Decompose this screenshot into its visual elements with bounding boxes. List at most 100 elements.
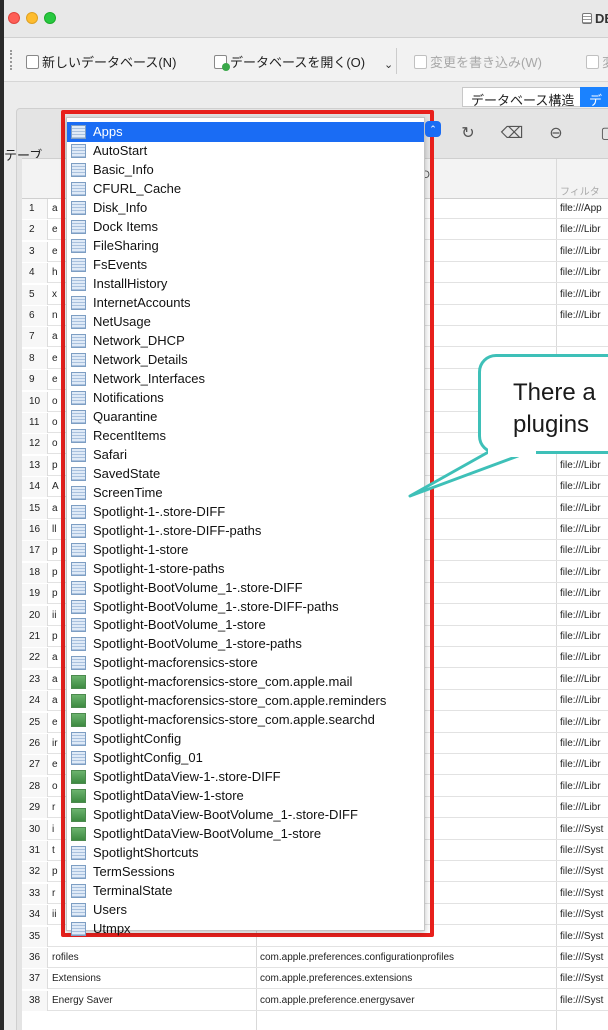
close-button[interactable] [8,12,20,24]
dropdown-item[interactable]: Notifications [67,388,424,408]
save-filter-icon[interactable]: ⊖ [542,122,570,146]
dropdown-item[interactable]: Spotlight-macforensics-store [67,653,424,673]
refresh-icon[interactable]: ↻ [454,122,482,146]
dropdown-item[interactable]: Spotlight-1-.store-DIFF [67,502,424,522]
cell-path: file:///Libr [560,566,601,578]
print-icon[interactable]: ▢ [594,122,608,146]
table-icon [71,371,86,386]
dropdown-item-label: AutoStart [93,142,148,158]
dropdown-item-label: SavedState [93,465,161,481]
dropdown-item[interactable]: TermSessions [67,862,424,882]
dropdown-item[interactable]: InternetAccounts [67,293,424,313]
dropdown-item[interactable]: Network_Interfaces [67,369,424,389]
dropdown-item[interactable]: SpotlightDataView-1-.store-DIFF [67,767,424,787]
new-database-icon [26,54,39,69]
revert-changes-button[interactable]: 変 [586,52,608,71]
cell-name: p [52,566,58,578]
dropdown-item[interactable]: Basic_Info [67,160,424,180]
dropdown-item[interactable]: Disk_Info [67,198,424,218]
dropdown-item-label: SpotlightShortcuts [93,845,199,861]
dropdown-item-label: Dock Items [93,218,159,234]
cell-name: p [52,631,58,642]
dropdown-arrow-icon[interactable]: ⌃ [425,121,441,137]
cell-path: file:///Syst [560,866,604,878]
table-icon [71,485,86,500]
dropdown-item[interactable]: AutoStart [67,141,424,161]
dropdown-item[interactable]: SpotlightDataView-1-store [67,786,424,806]
dropdown-item[interactable]: SpotlightConfig [67,729,424,749]
row-number: 6 [22,306,48,326]
dropdown-item[interactable]: Dock Items [67,217,424,237]
dropdown-item[interactable]: FsEvents [67,255,424,275]
cell-path: file:///Libr [560,481,601,493]
table-icon [71,846,86,861]
zoom-button[interactable] [44,12,56,24]
dropdown-item-label: Quarantine [93,408,158,424]
dropdown-item[interactable]: Spotlight-macforensics-store_com.apple.m… [67,672,424,692]
dropdown-item[interactable]: Spotlight-BootVolume_1-store [67,615,424,635]
dropdown-item[interactable]: ScreenTime [67,483,424,503]
cell-name: A [52,481,59,493]
dropdown-item[interactable]: TerminalState [67,881,424,901]
dropdown-item[interactable]: Spotlight-BootVolume_1-.store-DIFF [67,578,424,598]
dropdown-item[interactable]: FileSharing [67,236,424,256]
dropdown-item[interactable]: Spotlight-1-store [67,540,424,560]
table-icon [71,656,86,671]
dropdown-item[interactable]: CFURL_Cache [67,179,424,199]
table-icon [71,466,86,481]
dropdown-item[interactable]: SpotlightConfig_01 [67,748,424,768]
dropdown-item[interactable]: Spotlight-BootVolume_1-store-paths [67,634,424,654]
dropdown-item[interactable]: SpotlightDataView-BootVolume_1-.store-DI… [67,805,424,825]
minimize-button[interactable] [26,12,38,24]
dropdown-item[interactable]: Spotlight-1-.store-DIFF-paths [67,521,424,541]
cell-name: o [52,780,58,792]
view-icon [71,713,86,728]
dropdown-item[interactable]: Network_Details [67,350,424,370]
write-changes-button[interactable]: 変更を書き込み(W) [414,52,542,71]
cell-identifier: com.apple.preferences.extensions [260,973,413,985]
clear-filter-icon[interactable]: ⌫ [498,122,526,146]
dropdown-item[interactable]: RecentItems [67,426,424,446]
table-row[interactable]: 36 rofiles com.apple.preferences.configura… [22,948,608,968]
dropdown-item[interactable]: Apps [67,122,424,142]
table-select-dropdown[interactable]: Apps AutoStart Basic_Info CFURL_Cache Disk_I… [66,117,425,937]
cell-path: file:///Libr [560,695,601,707]
open-database-button[interactable]: データベースを開く(O) [214,52,365,71]
dropdown-item[interactable]: InstallHistory [67,274,424,294]
dropdown-item[interactable]: Spotlight-macforensics-store_com.apple.s… [67,710,424,730]
table-icon [71,162,86,177]
dropdown-item[interactable]: SavedState [67,464,424,484]
tab-database-structure[interactable]: データベース構造 [462,87,584,108]
revert-changes-icon [586,54,599,69]
dropdown-item[interactable]: Safari [67,445,424,465]
dropdown-item[interactable]: Spotlight-macforensics-store_com.apple.r… [67,691,424,711]
table-row[interactable]: 38 Energy Saver com.apple.preference.energ… [22,990,608,1011]
dropdown-item-label: Basic_Info [93,161,154,177]
table-icon [71,732,86,747]
dropdown-item[interactable]: Users [67,900,424,920]
dropdown-item[interactable]: Spotlight-BootVolume_1-.store-DIFF-paths [67,597,424,617]
dropdown-item[interactable]: SpotlightShortcuts [67,843,424,863]
dropdown-item[interactable]: Quarantine [67,407,424,427]
row-number: 32 [22,862,48,883]
cell-path: file:///Libr [560,245,601,257]
write-changes-icon [414,54,427,69]
cell-name: i [52,823,55,835]
dropdown-item-label: InstallHistory [93,275,168,291]
new-database-button[interactable]: 新しいデータベース(N) [26,52,176,71]
dropdown-item[interactable]: SpotlightDataView-BootVolume_1-store [67,824,424,844]
dropdown-item[interactable]: NetUsage [67,312,424,332]
table-icon [71,390,86,405]
row-number: 38 [22,990,48,1011]
dropdown-item[interactable]: Spotlight-1-store-paths [67,559,424,579]
row-number: 25 [22,712,48,733]
dropdown-item-label: Users [93,902,127,918]
window-title: DB [582,11,608,26]
row-number: 22 [22,648,48,669]
chevron-down-icon[interactable]: ⌄ [384,58,393,71]
dropdown-item[interactable]: Utmpx [67,919,424,939]
dropdown-item[interactable]: Network_DHCP [67,331,424,351]
table-icon [71,257,86,272]
tab-browse-data[interactable]: デ [580,87,608,108]
table-row[interactable]: 37 Extensions com.apple.preferences.extens… [22,969,608,990]
